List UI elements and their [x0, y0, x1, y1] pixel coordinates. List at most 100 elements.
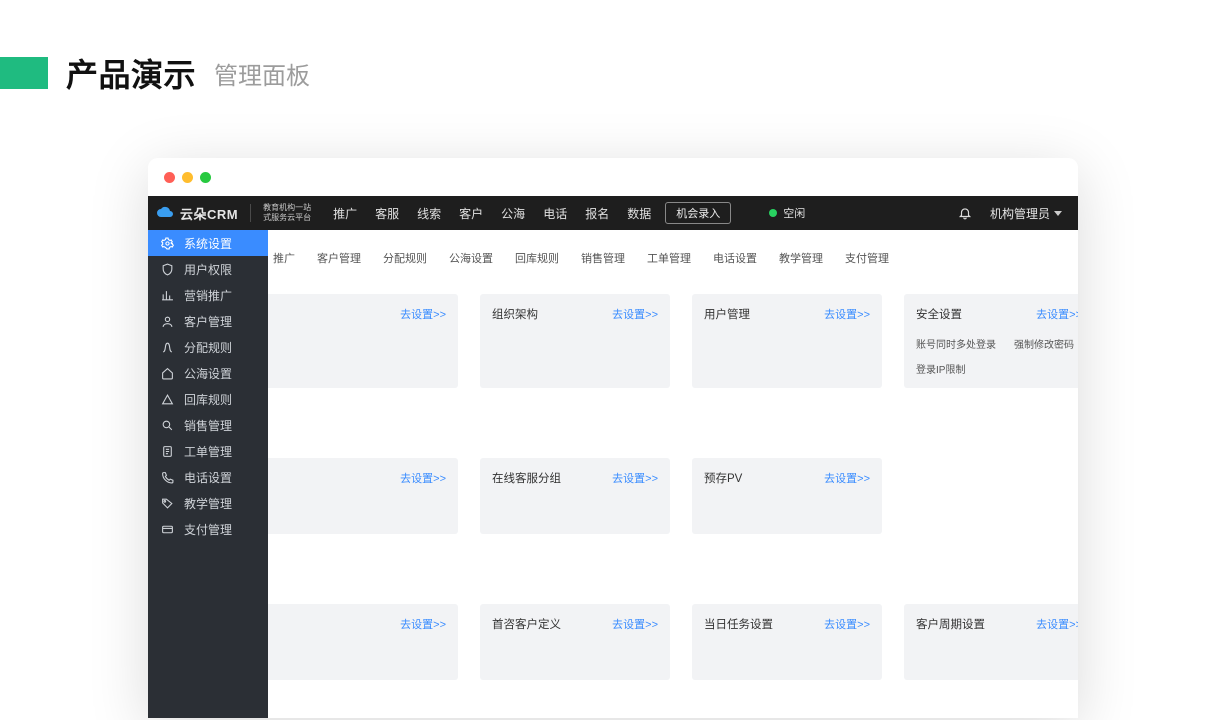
window-close-dot[interactable]: [164, 172, 175, 183]
sidebar-item-home[interactable]: 公海设置: [148, 360, 268, 386]
card-row-1: 去设置>>组织架构去设置>>用户管理去设置>>安全设置去设置>>账号同时多处登录…: [268, 276, 1078, 388]
main-content: 推广客户管理分配规则公海设置回库规则销售管理工单管理电话设置教学管理支付管理 去…: [268, 230, 1078, 718]
status-text: 空闲: [783, 205, 805, 221]
sidebar-item-label: 支付管理: [184, 521, 232, 538]
topnav-item[interactable]: 电话: [543, 205, 567, 222]
record-entry-button[interactable]: 机会录入: [665, 202, 731, 224]
sidebar-item-label: 分配规则: [184, 339, 232, 356]
tab-item[interactable]: 客户管理: [306, 244, 372, 272]
card-title: 客户周期设置: [916, 616, 985, 632]
phone-icon: [160, 470, 174, 484]
go-settings-link[interactable]: 去设置>>: [400, 470, 446, 486]
sidebar-item-shield[interactable]: 用户权限: [148, 256, 268, 282]
card-title: 在线客服分组: [492, 470, 561, 486]
go-settings-link[interactable]: 去设置>>: [612, 616, 658, 632]
topnav-item[interactable]: 公海: [501, 205, 525, 222]
sidebar-item-label: 工单管理: [184, 443, 232, 460]
sidebar-item-label: 教学管理: [184, 495, 232, 512]
settings-card: 预存PV去设置>>: [692, 458, 882, 534]
tab-item[interactable]: 分配规则: [372, 244, 438, 272]
sidebar-item-label: 系统设置: [184, 235, 232, 252]
go-settings-link[interactable]: 去设置>>: [1036, 306, 1078, 322]
chart-icon: [160, 288, 174, 302]
tag-icon: [160, 496, 174, 510]
topnav-item[interactable]: 推广: [333, 205, 357, 222]
card-sub-item[interactable]: 强制修改密码: [1014, 336, 1074, 351]
tab-item[interactable]: 支付管理: [834, 244, 900, 272]
go-settings-link[interactable]: 去设置>>: [824, 470, 870, 486]
page-heading-title: 产品演示: [66, 50, 196, 96]
sidebar-item-label: 销售管理: [184, 417, 232, 434]
cloud-logo-icon: [156, 206, 174, 220]
sidebar-item-route[interactable]: 分配规则: [148, 334, 268, 360]
tab-item[interactable]: 教学管理: [768, 244, 834, 272]
go-settings-link[interactable]: 去设置>>: [824, 306, 870, 322]
sidebar-item-settings[interactable]: 系统设置: [148, 230, 268, 256]
heading-accent-block: [0, 57, 48, 89]
card-sub-item[interactable]: 登录IP限制: [916, 361, 965, 376]
topnav-item[interactable]: 客服: [375, 205, 399, 222]
go-settings-link[interactable]: 去设置>>: [400, 306, 446, 322]
card-title: 用户管理: [704, 306, 750, 322]
topnav-item[interactable]: 线索: [417, 205, 441, 222]
go-settings-link[interactable]: 去设置>>: [1036, 616, 1078, 632]
topnav-item[interactable]: 报名: [585, 205, 609, 222]
go-settings-link[interactable]: 去设置>>: [612, 306, 658, 322]
sidebar-item-card[interactable]: 支付管理: [148, 516, 268, 542]
logo-block: 云朵CRM 教育机构一站 式服务云平台: [148, 196, 321, 230]
logo-sub-line2: 式服务云平台: [263, 213, 311, 222]
topnav-item[interactable]: 数据: [627, 205, 651, 222]
sidebar-item-tag[interactable]: 教学管理: [148, 490, 268, 516]
tab-item[interactable]: 公海设置: [438, 244, 504, 272]
settings-card: 当日任务设置 去设置>>: [692, 604, 882, 680]
window-minimize-dot[interactable]: [182, 172, 193, 183]
route-icon: [160, 340, 174, 354]
settings-card: 去设置>>: [268, 294, 458, 388]
settings-card: 安全设置 去设置>> 账号同时多处登录 强制修改密码登录IP限制: [904, 294, 1078, 388]
topbar: 云朵CRM 教育机构一站 式服务云平台 推广 客服 线索 客户 公海 电话 报名 数据 机会录…: [148, 196, 1078, 230]
settings-card: 去设置>>: [268, 458, 458, 534]
sidebar-item-label: 回库规则: [184, 391, 232, 408]
settings-icon: [160, 236, 174, 250]
tab-row: 推广客户管理分配规则公海设置回库规则销售管理工单管理电话设置教学管理支付管理: [268, 230, 1078, 276]
go-settings-link[interactable]: 去设置>>: [400, 616, 446, 632]
sales-icon: [160, 418, 174, 432]
card-sub-item[interactable]: 账号同时多处登录: [916, 336, 996, 351]
triangle-icon: [160, 392, 174, 406]
top-nav-items: 推广 客服 线索 客户 公海 电话 报名 数据: [333, 205, 651, 222]
go-settings-link[interactable]: 去设置>>: [612, 470, 658, 486]
home-icon: [160, 366, 174, 380]
sidebar-item-triangle[interactable]: 回库规则: [148, 386, 268, 412]
tab-item[interactable]: 工单管理: [636, 244, 702, 272]
sidebar-item-chart[interactable]: 营销推广: [148, 282, 268, 308]
bell-icon[interactable]: [958, 206, 972, 220]
sidebar-item-label: 客户管理: [184, 313, 232, 330]
sidebar-item-doc[interactable]: 工单管理: [148, 438, 268, 464]
sidebar-item-sales[interactable]: 销售管理: [148, 412, 268, 438]
window-chrome: [148, 158, 1078, 196]
logo-sub-line1: 教育机构一站: [263, 203, 311, 212]
go-settings-link[interactable]: 去设置>>: [824, 616, 870, 632]
card-title: 安全设置: [916, 306, 962, 322]
settings-card: 用户管理 去设置>>: [692, 294, 882, 388]
tab-item[interactable]: 推广: [268, 244, 306, 272]
window-maximize-dot[interactable]: [200, 172, 211, 183]
card-title: 首咨客户定义: [492, 616, 561, 632]
card-row-2: 去设置>>在线客服分组去设置>>预存PV去设置>>: [268, 440, 1078, 534]
tab-item[interactable]: 电话设置: [702, 244, 768, 272]
sidebar-item-label: 电话设置: [184, 469, 232, 486]
topnav-item[interactable]: 客户: [459, 205, 483, 222]
shield-icon: [160, 262, 174, 276]
sidebar-item-label: 营销推广: [184, 287, 232, 304]
sidebar-item-label: 用户权限: [184, 261, 232, 278]
sidebar-item-person[interactable]: 客户管理: [148, 308, 268, 334]
user-label: 机构管理员: [990, 205, 1050, 222]
sidebar: 系统设置用户权限营销推广客户管理分配规则公海设置回库规则销售管理工单管理电话设置…: [148, 230, 268, 718]
tab-item[interactable]: 销售管理: [570, 244, 636, 272]
settings-card: 组织架构去设置>>: [480, 294, 670, 388]
sidebar-item-phone[interactable]: 电话设置: [148, 464, 268, 490]
tab-item[interactable]: 回库规则: [504, 244, 570, 272]
settings-card: 在线客服分组 去设置>>: [480, 458, 670, 534]
user-menu[interactable]: 机构管理员: [990, 205, 1062, 222]
card-title: 当日任务设置: [704, 616, 773, 632]
